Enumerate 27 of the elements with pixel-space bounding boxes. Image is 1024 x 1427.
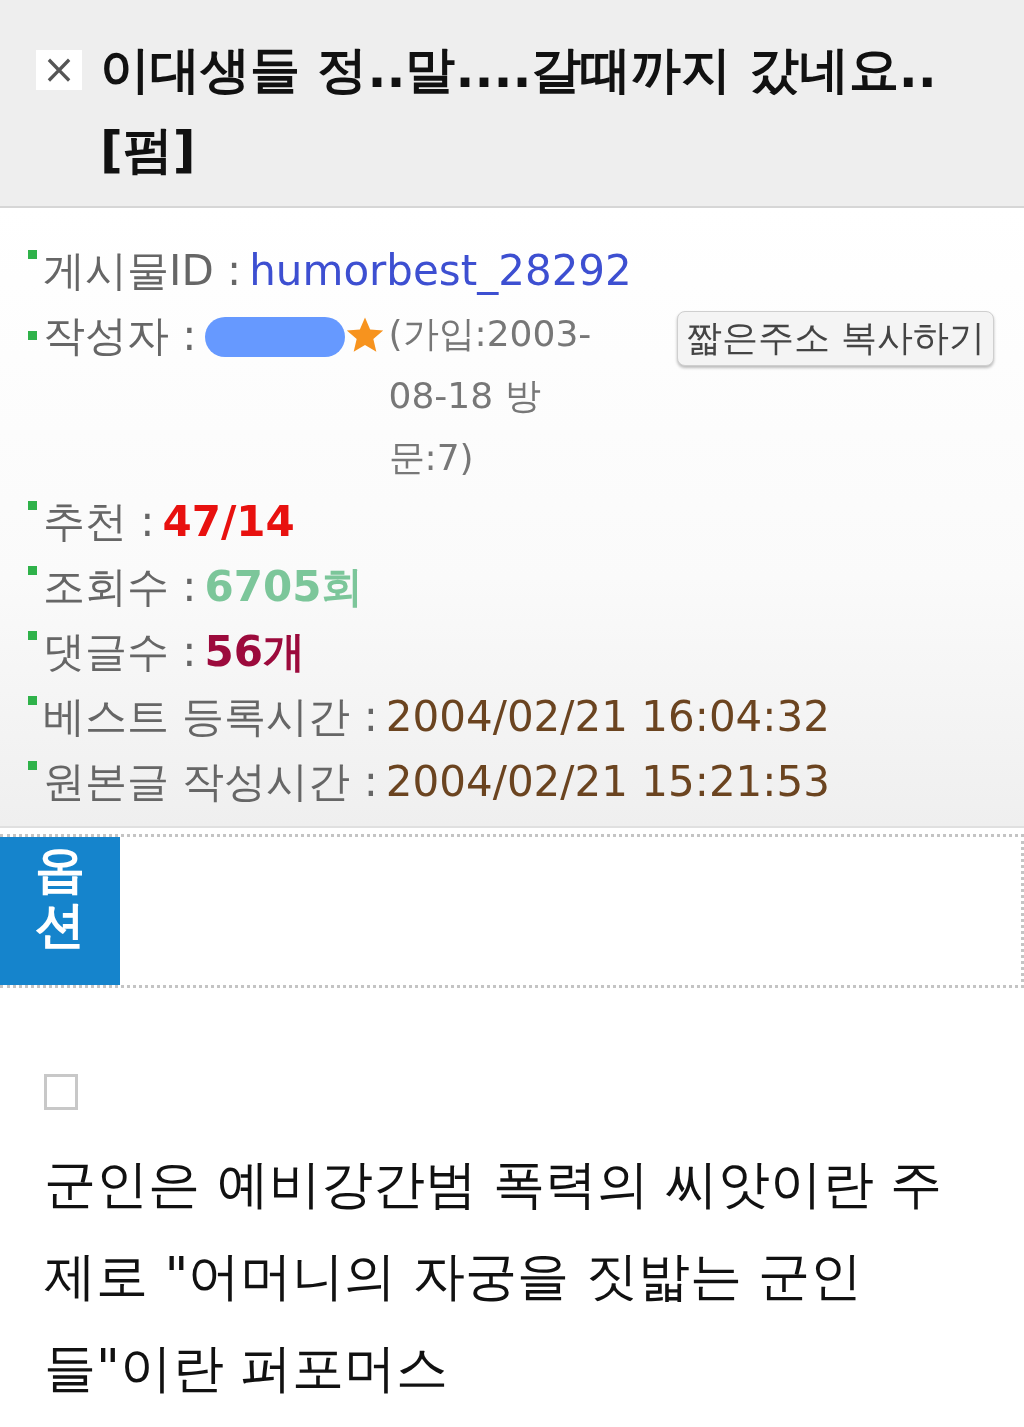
options-tab[interactable]: 옵션	[0, 837, 120, 985]
post-title: 이대생들 정..말....갈때까지 갔네요..[펌]	[100, 40, 938, 181]
field-label: 작성자 :	[43, 310, 197, 362]
image-placeholder-icon	[44, 1074, 78, 1110]
field-label: 베스트 등록시간 :	[43, 692, 378, 741]
field-label: 추천 :	[43, 497, 155, 546]
field-label: 원본글 작성시간 :	[43, 757, 378, 806]
field-value: 2004/02/21 15:21:53	[385, 757, 830, 806]
join-info: (가입:2003-08-18 방문:7)	[388, 312, 593, 480]
bullet-icon	[28, 761, 37, 770]
copy-short-url-button[interactable]: 짧은주소 복사하기	[676, 311, 994, 366]
bullet-icon	[28, 331, 37, 340]
field-value: 56개	[204, 627, 305, 676]
bullet-icon	[28, 696, 37, 705]
bullet-icon	[28, 250, 37, 259]
field-label: 조회수 :	[43, 562, 197, 611]
field-label: 게시물ID :	[43, 246, 242, 295]
bullet-icon	[28, 631, 37, 640]
bullet-icon	[28, 566, 37, 575]
field-value: 2004/02/21 16:04:32	[385, 692, 830, 741]
field-value: 47/14	[162, 497, 295, 546]
field-label: 댓글수 :	[43, 627, 197, 676]
post-id-link[interactable]: humorbest_28292	[249, 246, 632, 295]
bullet-icon	[28, 501, 37, 510]
close-icon[interactable]: ×	[36, 50, 82, 90]
field-value: 6705회	[204, 562, 364, 611]
post-body-text: 군인은 예비강간범 폭력의 씨앗이란 주제로 "어머니의 자궁을 짓밟는 군인들"이란 퍼포머스	[44, 1153, 944, 1400]
